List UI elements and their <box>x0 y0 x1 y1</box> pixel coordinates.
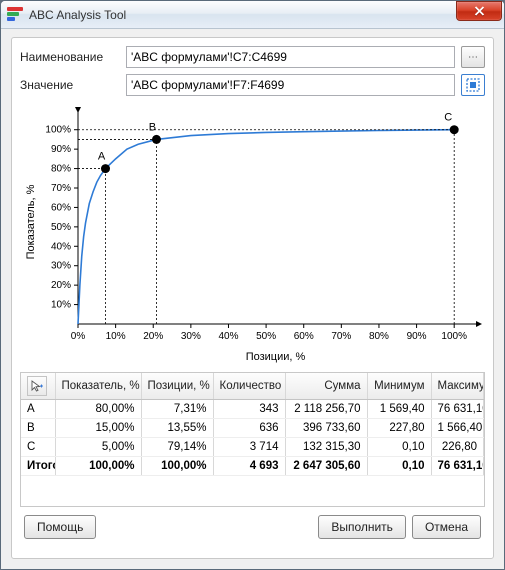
close-icon <box>474 6 485 16</box>
content-area: Наименование ⋯ Значение 0% 10% 20% 30% 40% 50… <box>1 29 504 569</box>
row-category: A <box>21 400 55 419</box>
run-button[interactable]: Выполнить <box>318 515 406 539</box>
svg-text:40%: 40% <box>51 241 71 252</box>
cell: 3 714 <box>213 438 285 457</box>
svg-text:70%: 70% <box>331 331 351 342</box>
svg-text:60%: 60% <box>294 331 314 342</box>
cell: 7,31% <box>141 400 213 419</box>
svg-text:30%: 30% <box>51 261 71 272</box>
cell: 343 <box>213 400 285 419</box>
svg-text:Показатель, %: Показатель, % <box>25 184 37 259</box>
row-category: C <box>21 438 55 457</box>
titlebar[interactable]: ABC Analysis Tool <box>1 1 504 29</box>
table-header-row: Показатель, % Позиции, % Количество Сумм… <box>21 373 484 400</box>
dialog-footer: Помощь Выполнить Отмена <box>20 507 485 541</box>
svg-text:20%: 20% <box>143 331 163 342</box>
svg-text:0%: 0% <box>71 331 86 342</box>
name-label: Наименование <box>20 50 120 64</box>
svg-text:70%: 70% <box>51 183 71 194</box>
cell: 15,00% <box>55 419 141 438</box>
svg-text:40%: 40% <box>218 331 238 342</box>
svg-text:10%: 10% <box>51 300 71 311</box>
value-input[interactable] <box>126 74 455 96</box>
window-title: ABC Analysis Tool <box>29 8 126 22</box>
row-category: Итого <box>21 457 55 476</box>
svg-text:B: B <box>149 121 156 133</box>
cell: 76 631,10 <box>431 400 484 419</box>
col-sum[interactable]: Сумма <box>285 373 367 400</box>
table-empty-area <box>21 476 484 506</box>
svg-text:10%: 10% <box>106 331 126 342</box>
cell: 0,10 <box>367 457 431 476</box>
selection-icon <box>466 78 480 92</box>
name-range-picker-button[interactable]: ⋯ <box>461 46 485 68</box>
cell: 13,55% <box>141 419 213 438</box>
svg-text:90%: 90% <box>51 144 71 155</box>
svg-text:60%: 60% <box>51 202 71 213</box>
svg-text:50%: 50% <box>256 331 276 342</box>
close-button[interactable] <box>456 1 502 21</box>
col-indicator[interactable]: Показатель, % <box>55 373 141 400</box>
chart-svg: 0% 10% 20% 30% 40% 50% 60% 70% 80% 90% 100% 10% 20% 3… <box>20 106 485 364</box>
col-count[interactable]: Количество <box>213 373 285 400</box>
svg-text:C: C <box>444 112 452 124</box>
help-button[interactable]: Помощь <box>24 515 96 539</box>
name-row: Наименование ⋯ <box>20 46 485 68</box>
cancel-button[interactable]: Отмена <box>412 515 481 539</box>
table-row[interactable]: A80,00%7,31%3432 118 256,701 569,4076 63… <box>21 400 484 419</box>
svg-text:100%: 100% <box>441 331 467 342</box>
cell: 100,00% <box>55 457 141 476</box>
row-category: B <box>21 419 55 438</box>
cell: 1 566,40 <box>431 419 484 438</box>
cell: 80,00% <box>55 400 141 419</box>
cell: 100,00% <box>141 457 213 476</box>
value-row: Значение <box>20 74 485 96</box>
svg-text:100%: 100% <box>45 125 71 136</box>
cell: 0,10 <box>367 438 431 457</box>
cell: 132 315,30 <box>285 438 367 457</box>
name-input[interactable] <box>126 46 455 68</box>
cursor-icon <box>30 379 44 393</box>
col-min[interactable]: Минимум <box>367 373 431 400</box>
svg-text:80%: 80% <box>51 164 71 175</box>
table-row[interactable]: C5,00%79,14%3 714132 315,300,10226,80 <box>21 438 484 457</box>
cell: 1 569,40 <box>367 400 431 419</box>
col-max[interactable]: Максимум <box>431 373 484 400</box>
ellipsis-icon: ⋯ <box>468 52 478 63</box>
main-panel: Наименование ⋯ Значение 0% 10% 20% 30% 40% 50… <box>11 37 494 559</box>
pareto-chart: 0% 10% 20% 30% 40% 50% 60% 70% 80% 90% 100% 10% 20% 3… <box>20 106 485 364</box>
cell: 636 <box>213 419 285 438</box>
cell: 2 118 256,70 <box>285 400 367 419</box>
svg-text:Позиции, %: Позиции, % <box>246 351 306 363</box>
svg-text:20%: 20% <box>51 280 71 291</box>
cell: 226,80 <box>431 438 484 457</box>
value-range-picker-button[interactable] <box>461 74 485 96</box>
value-label: Значение <box>20 78 120 92</box>
svg-text:A: A <box>98 151 106 163</box>
results-table: Показатель, % Позиции, % Количество Сумм… <box>20 372 485 507</box>
cell: 2 647 305,60 <box>285 457 367 476</box>
cell: 79,14% <box>141 438 213 457</box>
svg-text:30%: 30% <box>181 331 201 342</box>
table-row[interactable]: Итого100,00%100,00%4 6932 647 305,600,10… <box>21 457 484 476</box>
svg-text:50%: 50% <box>51 222 71 233</box>
cell: 227,80 <box>367 419 431 438</box>
table-row[interactable]: B15,00%13,55%636396 733,60227,801 566,40 <box>21 419 484 438</box>
svg-text:80%: 80% <box>369 331 389 342</box>
corner-header[interactable] <box>21 373 55 400</box>
app-icon <box>7 7 23 23</box>
app-window: ABC Analysis Tool Наименование ⋯ Значени… <box>0 0 505 570</box>
col-positions[interactable]: Позиции, % <box>141 373 213 400</box>
cell: 396 733,60 <box>285 419 367 438</box>
cell: 76 631,10 <box>431 457 484 476</box>
cell: 4 693 <box>213 457 285 476</box>
cell: 5,00% <box>55 438 141 457</box>
svg-text:90%: 90% <box>407 331 427 342</box>
